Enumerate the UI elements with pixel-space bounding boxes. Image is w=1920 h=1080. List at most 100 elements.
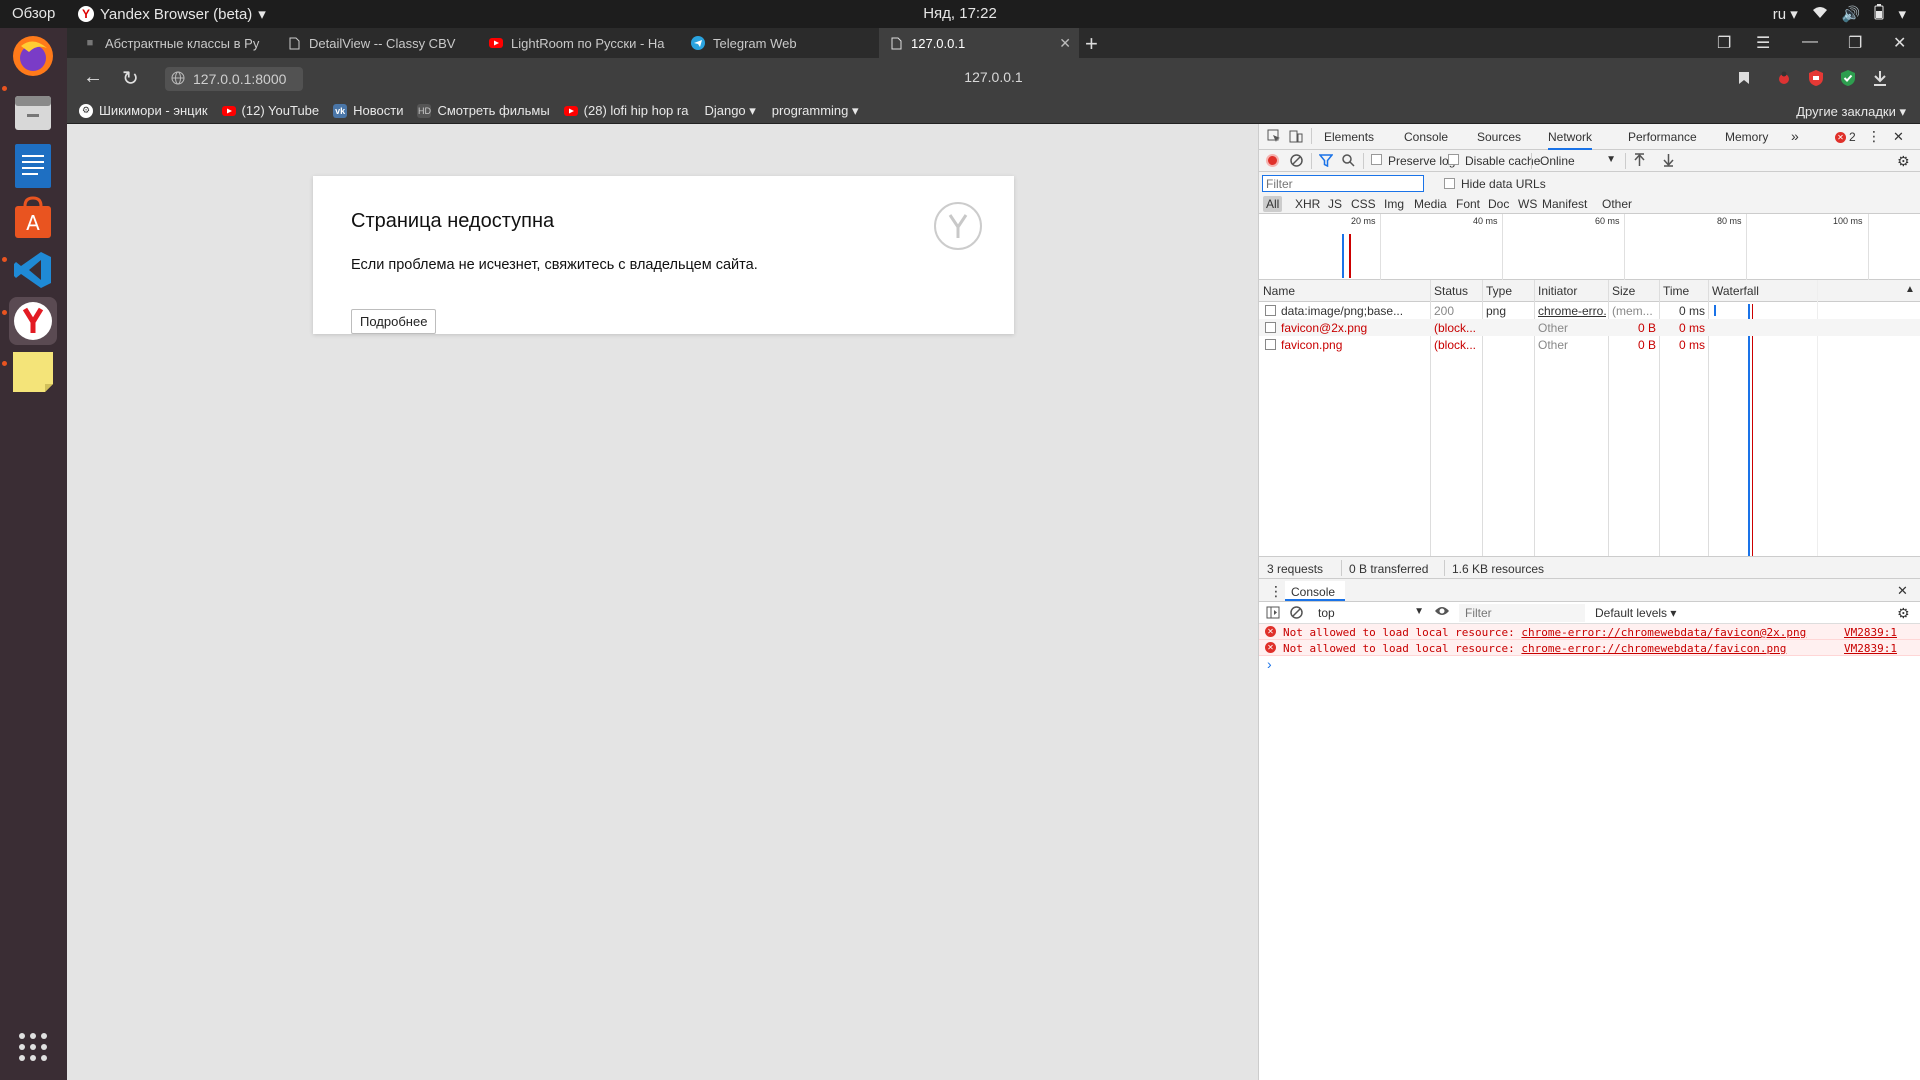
column-name[interactable]: Name [1263,284,1295,298]
resource-url-link[interactable]: chrome-error://chromewebdata/favicon.png [1521,642,1786,655]
clear-icon[interactable] [1290,154,1303,170]
table-row[interactable]: favicon@2x.png (block... Other 0 B 0 ms [1259,319,1920,336]
close-drawer-icon[interactable]: ✕ [1897,583,1908,599]
type-filter-font[interactable]: Font [1456,197,1480,211]
console-prompt[interactable]: › [1259,656,1920,674]
inspect-element-icon[interactable] [1267,129,1281,146]
files-icon[interactable] [9,88,57,136]
context-select[interactable]: top ▼ [1314,604,1426,622]
type-filter-xhr[interactable]: XHR [1295,197,1320,211]
extension-bug-icon[interactable] [1774,68,1794,88]
menu-icon[interactable]: ☰ [1756,33,1770,53]
tab-lightroom[interactable]: LightRoom по Русски - На [479,28,679,58]
maximize-icon[interactable]: ❐ [1848,33,1862,53]
back-icon[interactable]: ← [83,66,103,89]
source-link[interactable]: VM2839:1 [1844,626,1897,639]
type-filter-css[interactable]: CSS [1351,197,1376,211]
search-icon[interactable] [1342,154,1355,170]
bookmark-folder-django[interactable]: Django ▾ [704,103,755,119]
bookmark-shikimori[interactable]: ⚙ Шикимори - энцик [79,103,208,118]
network-settings-icon[interactable]: ⚙ [1897,153,1910,170]
tab-telegram[interactable]: Telegram Web [681,28,881,58]
bookmark-lofi[interactable]: (28) lofi hip hop ra [563,103,688,118]
volume-icon[interactable]: 🔊 [1842,5,1861,23]
clock[interactable]: Няд, 17:22 [0,5,1920,22]
writer-icon[interactable] [9,142,57,190]
device-toolbar-icon[interactable] [1289,129,1303,146]
url-field[interactable]: 127.0.0.1:8000 [165,67,303,91]
log-levels-select[interactable]: Default levels ▾ [1595,606,1676,620]
adblock-icon[interactable] [1806,68,1826,88]
bookmark-news[interactable]: vk Новости [333,103,403,118]
tab-console[interactable]: Console [1404,130,1448,144]
minimize-icon[interactable]: — [1802,33,1818,51]
column-waterfall[interactable]: Waterfall [1712,284,1759,298]
drawer-menu-icon[interactable]: ⋮ [1269,583,1283,600]
type-filter-manifest[interactable]: Manifest [1542,197,1587,211]
system-tray[interactable]: ru ▾ 🔊 ▾ [1773,4,1906,24]
console-settings-icon[interactable]: ⚙ [1897,605,1910,622]
type-filter-ws[interactable]: WS [1518,197,1537,211]
battery-icon[interactable] [1874,4,1884,24]
clear-console-icon[interactable] [1290,606,1303,622]
reload-icon[interactable]: ↻ [122,66,139,91]
column-size[interactable]: Size [1612,284,1635,298]
disable-cache-checkbox[interactable] [1448,154,1459,165]
console-filter-input[interactable] [1459,604,1585,622]
preserve-log-checkbox[interactable] [1371,154,1382,165]
tab-performance[interactable]: Performance [1628,130,1697,144]
column-status[interactable]: Status [1434,284,1468,298]
live-expression-eye-icon[interactable] [1434,605,1450,620]
bookmark-folder-programming[interactable]: programming ▾ [772,103,859,119]
type-filter-js[interactable]: JS [1328,197,1342,211]
download-icon[interactable] [1870,68,1890,88]
new-tab-icon[interactable]: + [1085,31,1098,57]
close-devtools-icon[interactable]: ✕ [1893,129,1904,145]
type-filter-other[interactable]: Other [1602,197,1632,211]
close-window-icon[interactable]: ✕ [1893,33,1906,53]
vscode-icon[interactable] [9,246,57,294]
firefox-icon[interactable] [9,32,57,80]
chevron-down-icon[interactable]: ▾ [1898,5,1906,23]
type-filter-img[interactable]: Img [1384,197,1404,211]
yandex-browser-icon[interactable] [9,297,57,345]
tab-detailview[interactable]: DetailView -- Classy CBV [277,28,477,58]
sidebar-toggle-icon[interactable] [1266,606,1280,622]
tab-abstract-classes[interactable]: ■ Абстрактные классы в Py [73,28,273,58]
table-row[interactable]: favicon.png (block... Other 0 B 0 ms [1259,336,1920,353]
type-filter-media[interactable]: Media [1414,197,1447,211]
bookmark-movies[interactable]: HD Смотреть фильмы [417,103,550,118]
tabs-overview-icon[interactable]: ❐ [1717,33,1731,53]
column-time[interactable]: Time [1663,284,1689,298]
software-center-icon[interactable]: A [9,194,57,242]
export-har-icon[interactable] [1663,153,1674,170]
type-filter-doc[interactable]: Doc [1488,197,1509,211]
more-tabs-icon[interactable]: » [1791,128,1799,144]
tab-memory[interactable]: Memory [1725,130,1768,144]
tab-sources[interactable]: Sources [1477,130,1521,144]
type-filter-all[interactable]: All [1263,196,1283,212]
bookmark-icon[interactable] [1734,68,1754,88]
kebab-menu-icon[interactable]: ⋮ [1867,128,1881,145]
resource-url-link[interactable]: chrome-error://chromewebdata/favicon@2x.… [1521,626,1806,639]
shield-icon[interactable] [1838,68,1858,88]
column-initiator[interactable]: Initiator [1538,284,1577,298]
column-type[interactable]: Type [1486,284,1512,298]
network-overview-timeline[interactable]: 20 ms 40 ms 60 ms 80 ms 100 ms [1259,214,1920,280]
throttling-select[interactable]: Online ▼ [1540,154,1616,168]
filter-input[interactable] [1262,175,1424,192]
tab-elements[interactable]: Elements [1324,130,1374,144]
tab-localhost[interactable]: 127.0.0.1 ✕ [879,28,1079,58]
bookmark-youtube[interactable]: (12) YouTube [221,103,319,118]
record-icon[interactable] [1266,154,1279,167]
hide-data-urls-checkbox[interactable] [1444,178,1455,189]
language-indicator[interactable]: ru ▾ [1773,5,1798,23]
sticky-notes-icon[interactable] [9,348,57,396]
import-har-icon[interactable] [1634,153,1645,170]
sort-ascending-icon[interactable]: ▲ [1905,284,1915,295]
source-link[interactable]: VM2839:1 [1844,642,1897,655]
details-button[interactable]: Подробнее [351,309,437,334]
close-tab-icon[interactable]: ✕ [1059,35,1071,52]
error-counter[interactable]: ✕ 2 [1835,130,1856,144]
tab-network[interactable]: Network [1548,130,1593,150]
